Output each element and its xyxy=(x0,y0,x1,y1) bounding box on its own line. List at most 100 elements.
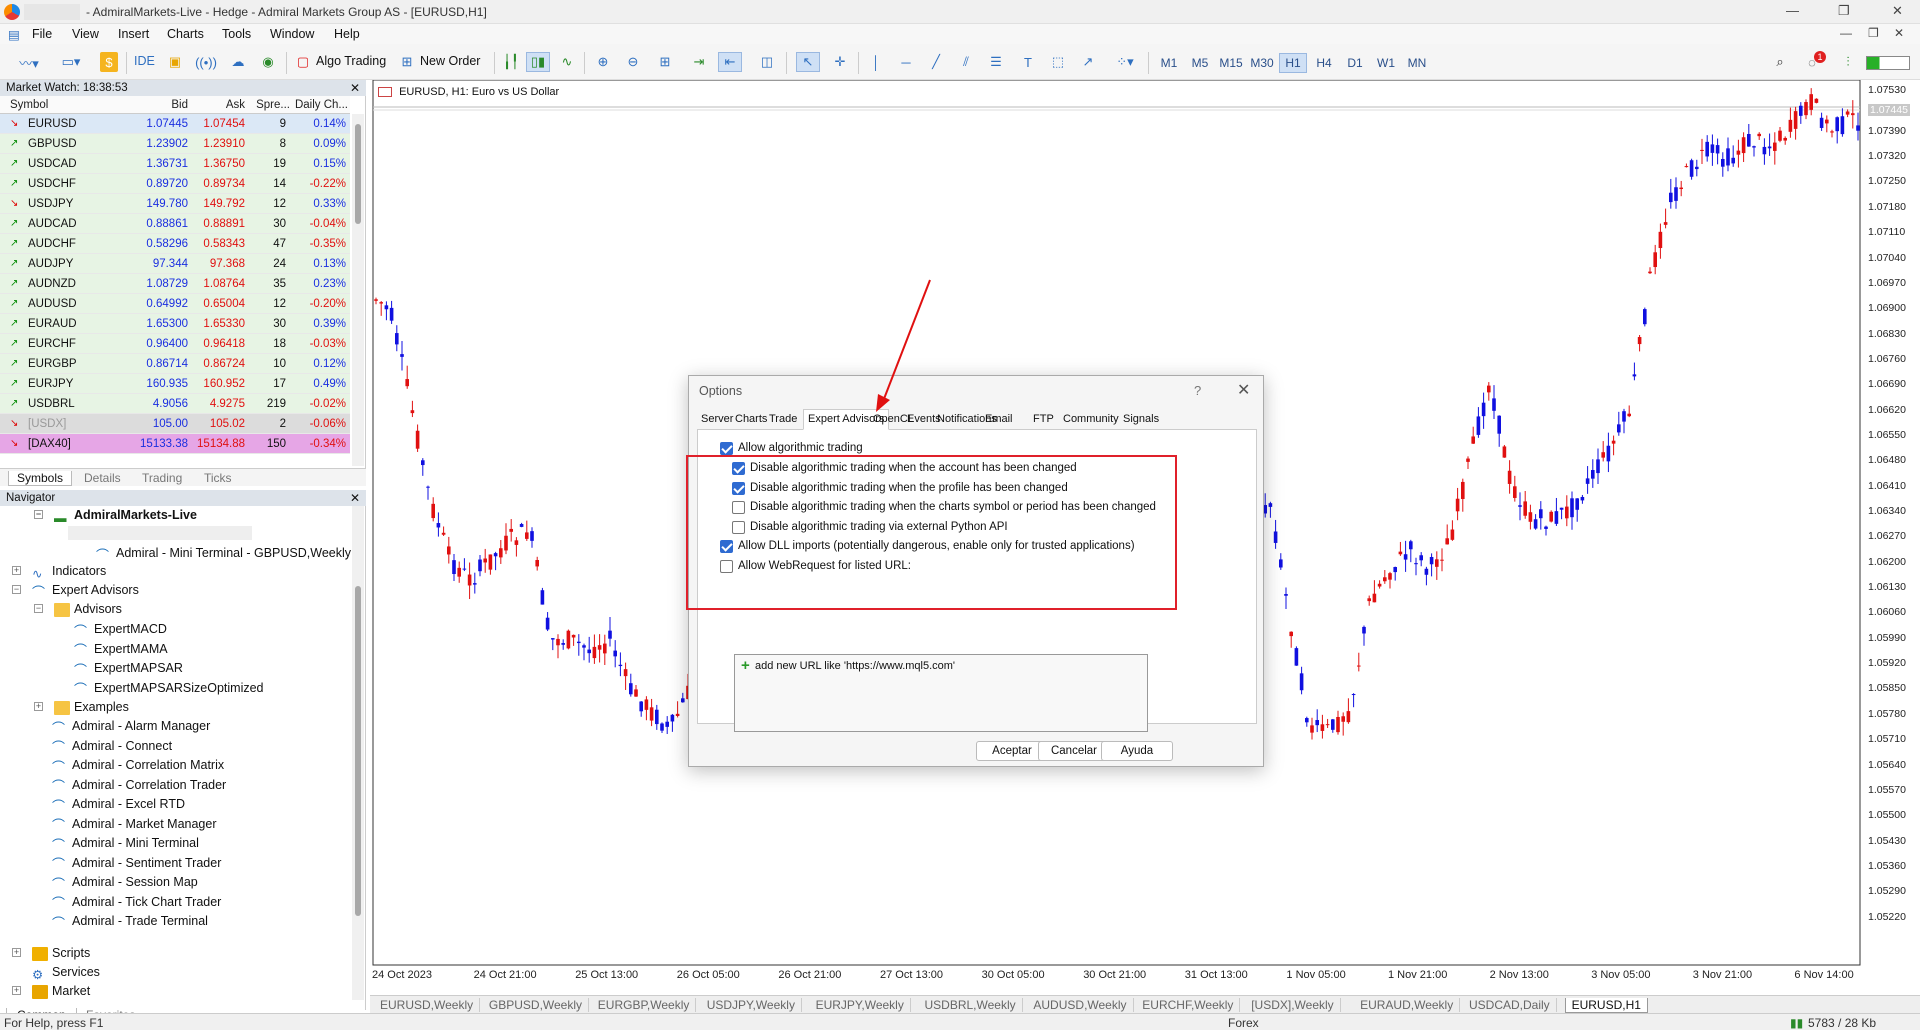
admiral-item[interactable]: ⌒ Admiral - Tick Chart Trader xyxy=(52,893,221,912)
algo-trading-icon[interactable]: ▢ xyxy=(296,52,310,72)
col-symbol[interactable]: Symbol xyxy=(10,99,48,111)
bar-chart-icon[interactable]: ╽╿ xyxy=(500,52,522,72)
search-icon[interactable]: ⌕ xyxy=(1770,52,1790,72)
chart-tab[interactable]: EURUSD,H1 xyxy=(1564,998,1648,1013)
trend-line-icon[interactable]: ╱ xyxy=(926,52,946,72)
zoom-out-icon[interactable]: ⊖ xyxy=(622,52,644,72)
child-minimize-icon[interactable]: — xyxy=(1840,26,1852,40)
chart-tab[interactable]: AUDUSD,Weekly xyxy=(1027,998,1134,1012)
advisor-item[interactable]: ⌒ ExpertMAPSARSizeOptimized xyxy=(74,679,264,698)
chart-shift-icon[interactable]: ⇤ xyxy=(718,52,742,72)
help-icon[interactable]: ? xyxy=(1194,383,1201,398)
tab-trading[interactable]: Trading xyxy=(142,471,182,485)
lock-icon[interactable]: ▣ xyxy=(166,52,184,72)
chart-tab[interactable]: EURAUD,Weekly xyxy=(1354,998,1461,1012)
chart-tab[interactable]: [USDX],Weekly xyxy=(1245,998,1341,1012)
url-list[interactable]: + add new URL like 'https://www.mql5.com… xyxy=(734,654,1148,732)
col-spread[interactable]: Spre... xyxy=(256,99,290,111)
chart-menu-icon[interactable] xyxy=(378,87,392,98)
close-icon[interactable]: ✕ xyxy=(350,80,360,96)
tab-symbols[interactable]: Symbols xyxy=(8,471,73,486)
admiral-item[interactable]: ⌒ Admiral - Mini Terminal xyxy=(52,834,199,853)
dialog-close-icon[interactable]: ✕ xyxy=(1237,380,1250,400)
grid-icon[interactable]: ⊞ xyxy=(654,52,676,72)
chart-tab[interactable]: USDCAD,Daily xyxy=(1463,998,1557,1012)
chart-tab[interactable]: USDBRL,Weekly xyxy=(919,998,1023,1012)
col-ask[interactable]: Ask xyxy=(226,99,245,111)
dialog-tab[interactable]: FTP xyxy=(1033,413,1054,425)
timeframe-mn[interactable]: MN xyxy=(1403,53,1431,73)
profiles-icon[interactable]: ▭▾ xyxy=(54,52,88,72)
channel-icon[interactable]: ⫽ xyxy=(956,52,976,72)
table-row[interactable]: ↘ USDJPY 149.780 149.792 12 0.33% xyxy=(0,194,350,214)
crosshair-icon[interactable]: ✛ xyxy=(830,52,850,72)
timeframe-m15[interactable]: M15 xyxy=(1217,53,1245,73)
timeframe-m1[interactable]: M1 xyxy=(1155,53,1183,73)
menu-charts[interactable]: Charts xyxy=(167,27,204,41)
dialog-tab[interactable]: Email xyxy=(985,413,1013,425)
col-bid[interactable]: Bid xyxy=(171,99,188,111)
text-icon[interactable]: T xyxy=(1018,52,1038,72)
signal-icon[interactable]: ((•)) xyxy=(195,52,217,72)
dialog-tab[interactable]: Signals xyxy=(1123,413,1159,425)
timeframe-h4[interactable]: H4 xyxy=(1310,53,1338,73)
menu-help[interactable]: Help xyxy=(334,27,360,41)
new-chart-icon[interactable]: 〰▾ xyxy=(12,52,46,72)
table-row[interactable]: ↘ [DAX40] 15133.38 15134.88 150 -0.34% xyxy=(0,434,350,454)
child-close-icon[interactable]: ✕ xyxy=(1894,26,1904,40)
dialog-tab[interactable]: Charts xyxy=(735,413,767,425)
minimize-icon[interactable]: — xyxy=(1786,3,1799,18)
account-node[interactable]: − ▬ AdmiralMarkets-Live xyxy=(34,506,197,525)
admiral-item[interactable]: ⌒ Admiral - Correlation Matrix xyxy=(52,756,224,775)
tab-details[interactable]: Details xyxy=(84,471,121,485)
table-row[interactable]: ↗ EURGBP 0.86714 0.86724 10 0.12% xyxy=(0,354,350,374)
cursor-icon[interactable]: ↖ xyxy=(796,52,820,72)
shapes-icon[interactable]: ⬚ xyxy=(1048,52,1068,72)
table-row[interactable]: ↗ AUDUSD 0.64992 0.65004 12 -0.20% xyxy=(0,294,350,314)
autoscroll-icon[interactable]: ⇥ xyxy=(688,52,710,72)
scripts-node[interactable]: + Scripts xyxy=(12,944,90,962)
menu-insert[interactable]: Insert xyxy=(118,27,149,41)
admiral-item[interactable]: ⌒ Admiral - Connect xyxy=(52,737,172,756)
more-tools-icon[interactable]: ⁘▾ xyxy=(1110,52,1140,72)
col-daily-change[interactable]: Daily Ch... xyxy=(295,99,348,111)
cancel-button[interactable]: Cancelar xyxy=(1038,741,1110,761)
tab-ticks[interactable]: Ticks xyxy=(204,471,232,485)
dialog-tab[interactable]: Trade xyxy=(769,413,797,425)
navigator-scrollbar[interactable] xyxy=(352,506,364,1000)
screenshot-icon[interactable]: ◫ xyxy=(756,52,778,72)
table-row[interactable]: ↗ USDBRL 4.9056 4.9275 219 -0.02% xyxy=(0,394,350,414)
table-row[interactable]: ↗ GBPUSD 1.23902 1.23910 8 0.09% xyxy=(0,134,350,154)
signal-strength-icon[interactable]: ⫶ xyxy=(1838,52,1858,72)
algo-trading-button[interactable]: Algo Trading xyxy=(316,54,386,68)
checkbox-icon[interactable] xyxy=(720,442,733,455)
dollar-icon[interactable]: $ xyxy=(100,52,118,72)
ide-button[interactable]: IDE xyxy=(134,54,155,68)
child-restore-icon[interactable]: ❐ xyxy=(1868,26,1879,40)
table-row[interactable]: ↘ [USDX] 105.00 105.02 2 -0.06% xyxy=(0,414,350,434)
advisor-item[interactable]: ⌒ ExpertMACD xyxy=(74,620,167,639)
chart-tab[interactable]: USDJPY,Weekly xyxy=(701,998,802,1012)
chart-tab[interactable]: EURJPY,Weekly xyxy=(810,998,911,1012)
table-row[interactable]: ↗ EURAUD 1.65300 1.65330 30 0.39% xyxy=(0,314,350,334)
examples-folder[interactable]: + Examples xyxy=(34,698,129,716)
menu-view[interactable]: View xyxy=(72,27,99,41)
vps-icon[interactable]: ◉ xyxy=(258,52,278,72)
menu-file[interactable]: File xyxy=(32,27,52,41)
zoom-in-icon[interactable]: ⊕ xyxy=(592,52,614,72)
vertical-line-icon[interactable]: │ xyxy=(866,52,886,72)
chart-tab[interactable]: EURGBP,Weekly xyxy=(592,998,697,1012)
arrows-icon[interactable]: ↗ xyxy=(1078,52,1098,72)
restore-icon[interactable]: ❐ xyxy=(1838,3,1850,19)
new-order-button[interactable]: New Order xyxy=(420,54,480,68)
admiral-item[interactable]: ⌒ Admiral - Market Manager xyxy=(52,815,217,834)
line-chart-icon[interactable]: ∿ xyxy=(556,52,578,72)
timeframe-d1[interactable]: D1 xyxy=(1341,53,1369,73)
services-node[interactable]: ⚙ Services xyxy=(32,963,100,982)
menu-window[interactable]: Window xyxy=(270,27,314,41)
dialog-tab[interactable]: Community xyxy=(1063,413,1119,425)
dialog-tab[interactable]: Server xyxy=(701,413,733,425)
timeframe-m5[interactable]: M5 xyxy=(1186,53,1214,73)
market-watch-scrollbar[interactable] xyxy=(352,114,364,466)
timeframe-h1[interactable]: H1 xyxy=(1279,53,1307,73)
